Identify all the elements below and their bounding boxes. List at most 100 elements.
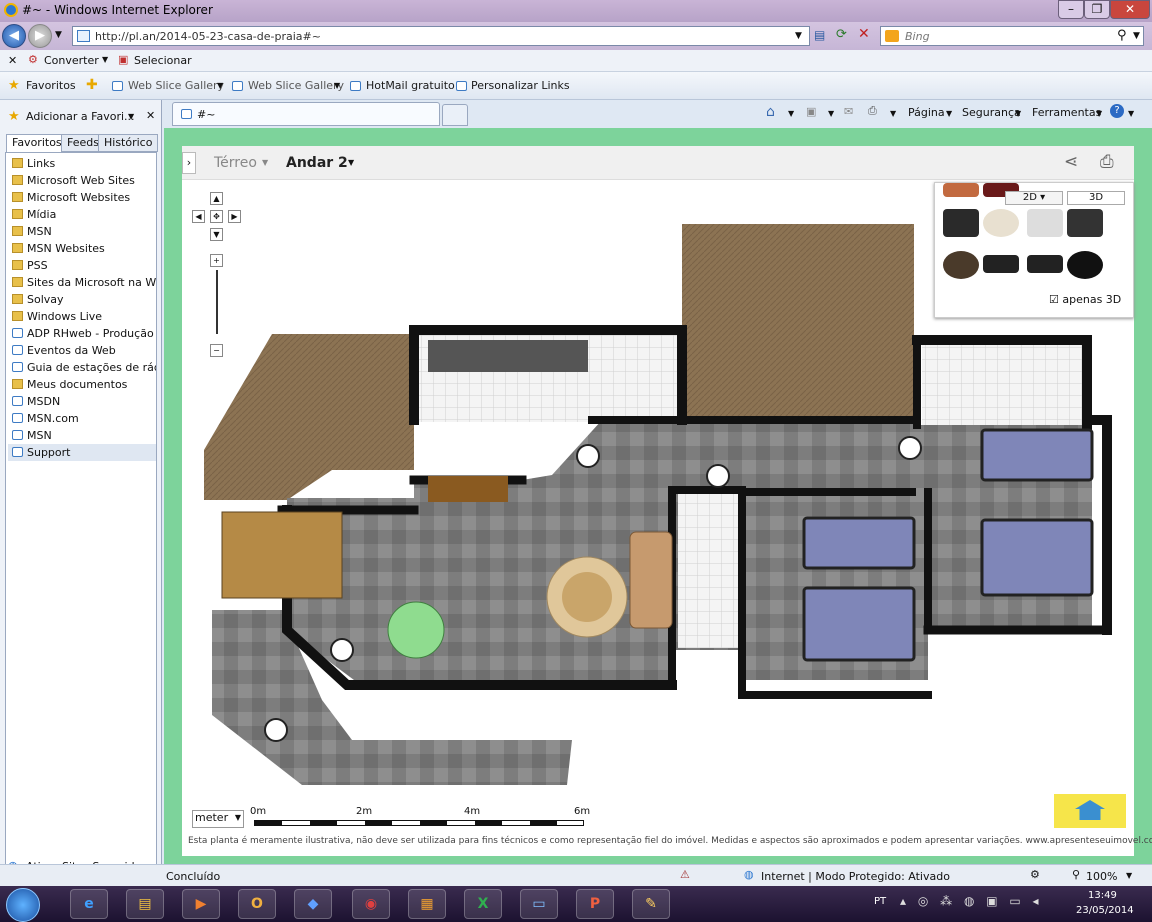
dropdown-icon[interactable]: ▼ — [946, 109, 952, 118]
furniture-swatch[interactable] — [1067, 251, 1103, 279]
close-button[interactable]: ✕ — [1110, 0, 1150, 19]
app2-taskbar-icon[interactable]: ▦ — [408, 889, 446, 919]
security-menu[interactable]: Segurança — [962, 106, 1021, 119]
history-dropdown-icon[interactable]: ▼ — [55, 30, 62, 40]
close-toolbar-icon[interactable]: ✕ — [8, 54, 17, 67]
powerpoint-taskbar-icon[interactable]: P — [576, 889, 614, 919]
help-icon[interactable]: ? — [1110, 104, 1124, 118]
dropdown-icon[interactable]: ▼ — [890, 109, 896, 118]
dropdown-icon[interactable]: ▼ — [1096, 109, 1102, 118]
fav-link-hotmail[interactable]: HotMail gratuito — [366, 79, 455, 92]
mail-icon[interactable]: ✉ — [844, 105, 853, 118]
sidebar-item[interactable]: Links — [8, 155, 156, 172]
url-input[interactable]: http://pl.an/2014-05-23-casa-de-praia#~ … — [72, 26, 810, 46]
only-3d-checkbox[interactable]: ☑ apenas 3D — [1049, 293, 1121, 306]
sidebar-item[interactable]: Windows Live — [8, 308, 156, 325]
home-icon[interactable]: ⌂ — [766, 104, 775, 120]
furniture-swatch[interactable] — [943, 209, 979, 237]
start-button[interactable] — [6, 888, 40, 922]
dropdown-icon[interactable]: ▼ — [217, 81, 223, 90]
chrome-taskbar-icon[interactable]: ◉ — [352, 889, 390, 919]
stop-icon[interactable]: ✕ — [858, 26, 870, 42]
search-icon[interactable]: ⚲ — [1117, 28, 1127, 43]
furniture-swatch[interactable] — [1027, 255, 1063, 273]
sidebar-item[interactable]: PSS — [8, 257, 156, 274]
sidebar-item[interactable]: Solvay — [8, 291, 156, 308]
view-3d-toggle[interactable]: 3D — [1067, 191, 1125, 205]
dropdown-icon[interactable]: ▼ — [262, 158, 268, 167]
page-menu[interactable]: Página — [908, 106, 945, 119]
protected-mode-icon[interactable]: ⚙ — [1030, 868, 1040, 881]
floor-tab-second[interactable]: Andar 2 — [286, 155, 348, 171]
floor-tab-ground[interactable]: Térreo — [214, 155, 257, 171]
dropdown-icon[interactable]: ▼ — [788, 109, 794, 118]
app-taskbar-icon[interactable]: ◆ — [294, 889, 332, 919]
ie-taskbar-icon[interactable]: e — [70, 889, 108, 919]
furniture-swatch[interactable] — [1027, 209, 1063, 237]
popup-blocked-icon[interactable]: ⚠ — [680, 868, 690, 881]
furniture-swatch[interactable] — [943, 251, 979, 279]
share-icon[interactable]: ⋖ — [1064, 152, 1078, 172]
convert-button[interactable]: Converter — [44, 54, 99, 67]
clock-time[interactable]: 13:49 — [1088, 890, 1117, 901]
convert-dropdown-icon[interactable]: ▼ — [102, 55, 108, 64]
dropdown-icon[interactable]: ▼ — [348, 158, 354, 167]
outlook-taskbar-icon[interactable]: O — [238, 889, 276, 919]
furniture-swatch[interactable] — [943, 183, 979, 197]
screen-taskbar-icon[interactable]: ▭ — [520, 889, 558, 919]
zoom-icon[interactable]: ⚲ — [1072, 868, 1080, 881]
url-dropdown-icon[interactable]: ▼ — [795, 31, 802, 41]
fav-link-web-slice-2[interactable]: Web Slice Gallery — [248, 79, 344, 92]
dropdown-icon[interactable]: ▼ — [334, 81, 340, 90]
favorites-button[interactable]: Favoritos — [26, 79, 76, 92]
print-icon[interactable]: ⎙ — [1100, 152, 1114, 172]
tab-history[interactable]: Histórico — [98, 134, 159, 152]
sidebar-item[interactable]: MSN — [8, 427, 156, 444]
sidebar-item[interactable]: Microsoft Web Sites — [8, 172, 156, 189]
fav-link-web-slice-1[interactable]: Web Slice Gallery — [128, 79, 224, 92]
compat-view-icon[interactable]: ▤ — [814, 28, 825, 42]
dropdown-icon[interactable]: ▼ — [828, 109, 834, 118]
paint-taskbar-icon[interactable]: ✎ — [632, 889, 670, 919]
sidebar-item[interactable]: Meus documentos — [8, 376, 156, 393]
add-to-favorites-button[interactable]: Adicionar a Favori... — [26, 110, 135, 123]
sidebar-item[interactable]: Mídia — [8, 206, 156, 223]
explorer-taskbar-icon[interactable]: ▤ — [126, 889, 164, 919]
unit-select[interactable]: meter ▼ — [192, 810, 244, 828]
sidebar-item[interactable]: Guia de estações de rádio — [8, 359, 156, 376]
tray-icons[interactable]: ▴ ◎ ⁂ ◍ ▣ ▭ ◂ — [900, 894, 1043, 908]
furniture-swatch[interactable] — [983, 255, 1019, 273]
fav-link-personalize[interactable]: Personalizar Links — [471, 79, 570, 92]
maximize-button[interactable]: ❐ — [1084, 0, 1110, 19]
sidebar-item[interactable]: MSDN — [8, 393, 156, 410]
sidebar-item[interactable]: Eventos da Web — [8, 342, 156, 359]
furniture-swatch[interactable] — [983, 209, 1019, 237]
browser-tab[interactable]: #~ — [172, 102, 440, 126]
view-2d-toggle[interactable]: 2D ▾ — [1005, 191, 1063, 205]
sidebar-item[interactable]: ADP RHweb - Produção ... — [8, 325, 156, 342]
refresh-icon[interactable]: ⟳ — [836, 27, 847, 42]
minimize-button[interactable]: – — [1058, 0, 1084, 19]
media-player-taskbar-icon[interactable]: ▶ — [182, 889, 220, 919]
print-icon[interactable]: ⎙ — [868, 104, 877, 118]
select-button[interactable]: Selecionar — [134, 54, 192, 67]
furniture-swatch[interactable] — [1067, 209, 1103, 237]
sidebar-item[interactable]: MSN — [8, 223, 156, 240]
clock-date[interactable]: 23/05/2014 — [1076, 905, 1134, 916]
search-dropdown-icon[interactable]: ▼ — [1133, 31, 1140, 41]
dropdown-icon[interactable]: ▼ — [1015, 109, 1021, 118]
forward-button[interactable]: ▶ — [28, 24, 52, 48]
sidebar-item[interactable]: MSN Websites — [8, 240, 156, 257]
add-favorites-icon[interactable]: ✚ — [86, 77, 98, 93]
close-sidebar-icon[interactable]: ✕ — [146, 109, 155, 122]
sidebar-item[interactable]: Microsoft Websites — [8, 189, 156, 206]
zoom-dropdown-icon[interactable]: ▼ — [1126, 871, 1132, 880]
search-input[interactable]: Bing ⚲ ▼ — [880, 26, 1144, 46]
sidebar-item[interactable]: MSN.com — [8, 410, 156, 427]
language-indicator[interactable]: PT — [874, 896, 886, 907]
tools-menu[interactable]: Ferramentas — [1032, 106, 1101, 119]
feeds-icon[interactable]: ▣ — [806, 105, 816, 118]
back-button[interactable]: ◀ — [2, 24, 26, 48]
dropdown-icon[interactable]: ▼ — [1128, 109, 1134, 118]
add-dropdown-icon[interactable]: ▼ — [128, 112, 134, 121]
